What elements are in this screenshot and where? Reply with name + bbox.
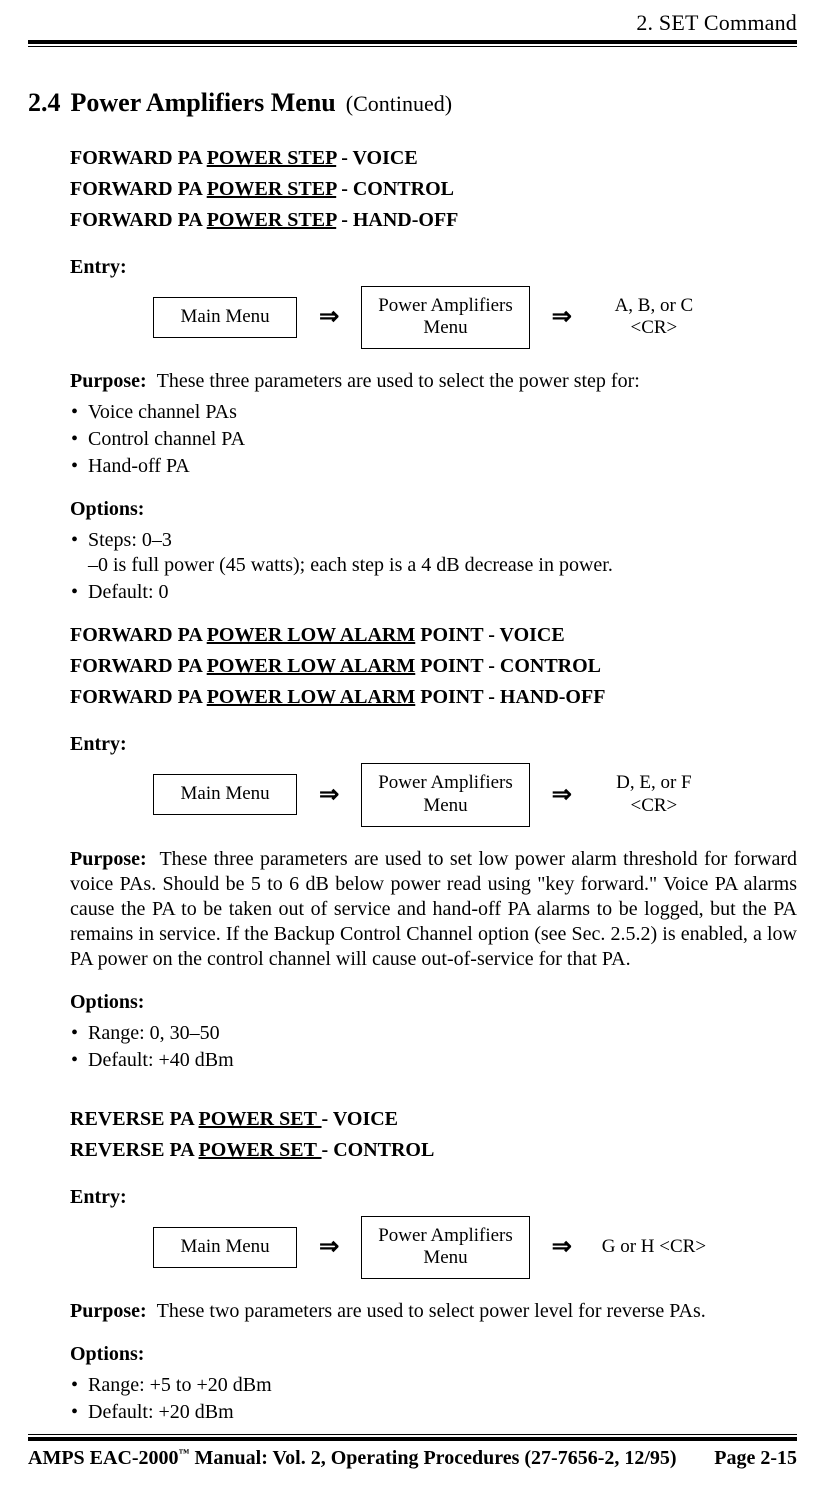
list-item: Default: +20 dBm [88,1400,797,1425]
g3-flow-box-2: Power Amplifiers Menu [361,1216,530,1280]
g3-h1-post: - VOICE [322,1108,398,1130]
g1-h1-post: - VOICE [336,147,417,169]
arrow-icon: ⇒ [319,302,339,332]
g3-options-bullets: Range: +5 to +20 dBm Default: +20 dBm [70,1373,797,1425]
g3-h2-post: - CONTROL [322,1139,435,1161]
g3-h2-u: POWER SET [199,1139,322,1161]
g1-tail-top: A, B, or C [594,295,714,318]
g1-purpose-text: These three parameters are used to selec… [157,370,640,392]
g2-tail-top: D, E, or F [594,772,714,795]
g2-options-bullets: Range: 0, 30–50 Default: +40 dBm [70,1021,797,1073]
g1-purpose-label: Purpose: [70,370,147,392]
g1-entry-label: Entry: [70,255,797,280]
g2-h2-post: POINT - CONTROL [415,655,601,677]
g2-entry-label: Entry: [70,732,797,757]
g1-h3-post: - HAND-OFF [336,209,458,231]
g2-h3-pre: FORWARD PA [70,686,207,708]
list-item: Range: 0, 30–50 [88,1021,797,1046]
list-item: Default: +40 dBm [88,1048,797,1073]
g2-h2-pre: FORWARD PA [70,655,207,677]
g1-h1-pre: FORWARD PA [70,147,207,169]
header-rule-thick [28,40,797,44]
list-item: Steps: 0–3 –0 is full power (45 watts); … [88,528,797,578]
g2-h1-pre: FORWARD PA [70,624,207,646]
g2-tail-bot: <CR> [594,795,714,818]
g2-h3-u: POWER LOW ALARM [207,686,416,708]
section-number: 2.4 [28,87,61,120]
g3-h2-pre: REVERSE PA [70,1139,199,1161]
g1-entry-flow: Main Menu ⇒ Power Amplifiers Menu ⇒ A, B… [70,286,797,350]
g1-h2-pre: FORWARD PA [70,178,207,200]
g2-purpose-label: Purpose: [70,848,147,870]
g1-opt-1: Steps: 0–3 [88,529,172,551]
arrow-icon: ⇒ [552,780,572,810]
g3-flow-tail: G or H <CR> [594,1236,714,1259]
group-3-headings: REVERSE PA POWER SET - VOICE REVERSE PA … [70,1107,797,1163]
g1-h3-pre: FORWARD PA [70,209,207,231]
list-item: Default: 0 [88,580,797,605]
list-item: Control channel PA [88,427,797,452]
arrow-icon: ⇒ [319,1232,339,1262]
g3-purpose-text: These two parameters are used to select … [157,1300,706,1322]
g3-purpose-label: Purpose: [70,1300,147,1322]
g3-flow-box-1: Main Menu [153,1227,297,1268]
g1-purpose-bullets: Voice channel PAs Control channel PA Han… [70,400,797,479]
g1-h2-u: POWER STEP [207,178,336,200]
section-title: 2.4 Power Amplifiers Menu (Continued) [28,87,797,120]
g1-h2-post: - CONTROL [336,178,454,200]
g1-options-bullets: Steps: 0–3 –0 is full power (45 watts); … [70,528,797,605]
list-item: Range: +5 to +20 dBm [88,1373,797,1398]
arrow-icon: ⇒ [319,780,339,810]
g2-h1-u: POWER LOW ALARM [207,624,416,646]
g3-h1-pre: REVERSE PA [70,1108,199,1130]
g3-tail-top: G or H <CR> [594,1236,714,1259]
g2-flow-box-2: Power Amplifiers Menu [361,763,530,827]
section-continued: (Continued) [346,90,452,118]
g3-h1-u: POWER SET [199,1108,322,1130]
footer-rule-thick [28,1437,797,1441]
g2-h1-post: POINT - VOICE [415,624,564,646]
g1-h3-u: POWER STEP [207,209,336,231]
g1-flow-box-1: Main Menu [153,297,297,338]
g3-options-label: Options: [70,1342,797,1367]
group-1-headings: FORWARD PA POWER STEP - VOICE FORWARD PA… [70,146,797,233]
footer-left-pre: AMPS EAC-2000 [28,1447,179,1469]
section-name: Power Amplifiers Menu [71,87,336,120]
arrow-icon: ⇒ [552,1232,572,1262]
footer-left-post: Manual: Vol. 2, Operating Procedures (27… [190,1447,677,1469]
list-item: Hand-off PA [88,454,797,479]
g2-options-label: Options: [70,990,797,1015]
g1-flow-box-2: Power Amplifiers Menu [361,286,530,350]
footer-left: AMPS EAC-2000™ Manual: Vol. 2, Operating… [28,1447,677,1470]
g1-tail-bot: <CR> [594,317,714,340]
g1-options-label: Options: [70,497,797,522]
running-header: 2. SET Command [28,0,797,40]
tm-icon: ™ [179,1447,190,1459]
footer: AMPS EAC-2000™ Manual: Vol. 2, Operating… [28,1434,797,1470]
g2-flow-box-1: Main Menu [153,774,297,815]
g2-purpose-text: These three parameters are used to set l… [70,848,797,970]
g1-flow-tail: A, B, or C <CR> [594,295,714,341]
footer-right: Page 2-15 [714,1447,797,1470]
g2-entry-flow: Main Menu ⇒ Power Amplifiers Menu ⇒ D, E… [70,763,797,827]
footer-rule-thin [28,1434,797,1435]
g2-h2-u: POWER LOW ALARM [207,655,416,677]
g1-h1-u: POWER STEP [207,147,336,169]
g2-flow-tail: D, E, or F <CR> [594,772,714,818]
group-2-headings: FORWARD PA POWER LOW ALARM POINT - VOICE… [70,623,797,710]
arrow-icon: ⇒ [552,302,572,332]
g2-h3-post: POINT - HAND-OFF [415,686,605,708]
list-item: Voice channel PAs [88,400,797,425]
g1-opt-sub: –0 is full power (45 watts); each step i… [88,553,797,578]
g3-entry-label: Entry: [70,1185,797,1210]
g3-entry-flow: Main Menu ⇒ Power Amplifiers Menu ⇒ G or… [70,1216,797,1280]
